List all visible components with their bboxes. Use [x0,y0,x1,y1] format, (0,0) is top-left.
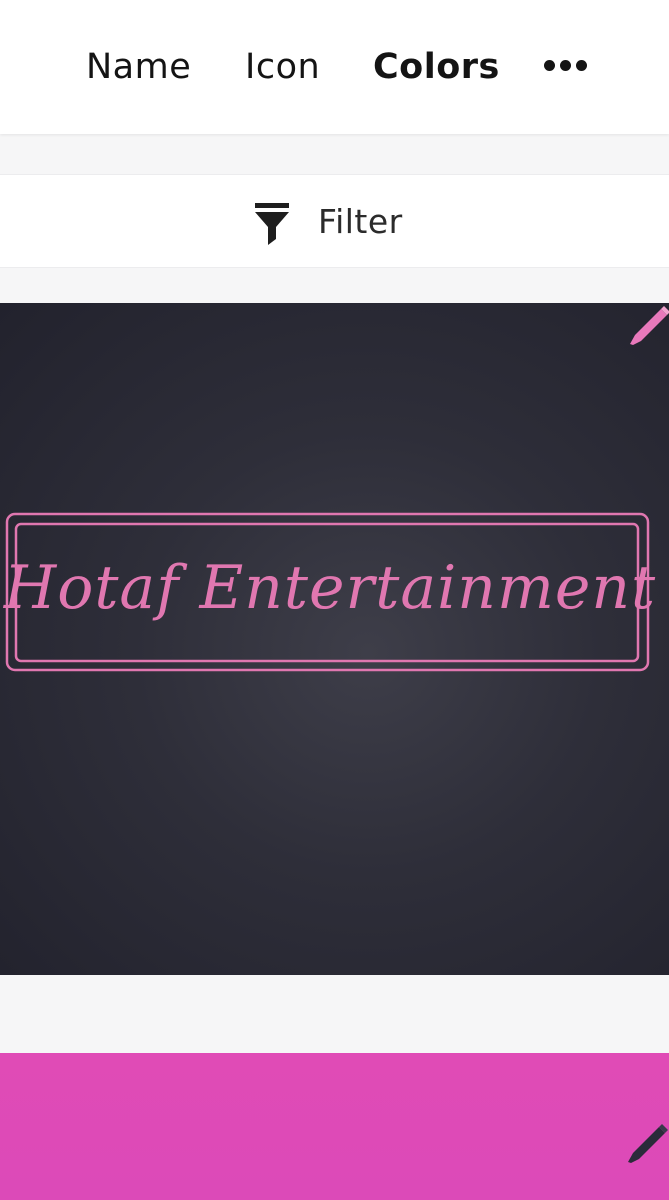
more-dot [559,59,571,71]
top-tab-bar: Name Icon Colors [0,0,669,134]
tab-icon[interactable]: Icon [245,44,320,90]
more-horizontal-icon [543,59,555,71]
logo-card-dark[interactable]: Hotaf Entertainment [0,303,669,975]
color-card-magenta[interactable] [0,1053,669,1200]
pencil-icon[interactable] [627,303,669,347]
tab-name[interactable]: Name [86,44,191,90]
filter-label: Filter [318,202,403,241]
tab-colors[interactable]: Colors [373,44,500,90]
pencil-icon[interactable] [625,1121,669,1165]
filter-bar[interactable]: Filter [0,174,669,268]
more-dot [575,59,587,71]
logo-text: Hotaf Entertainment [3,553,656,623]
filter-funnel-icon [255,203,289,245]
more-options-button[interactable] [540,52,590,78]
logo-artwork: Hotaf Entertainment [3,512,656,672]
